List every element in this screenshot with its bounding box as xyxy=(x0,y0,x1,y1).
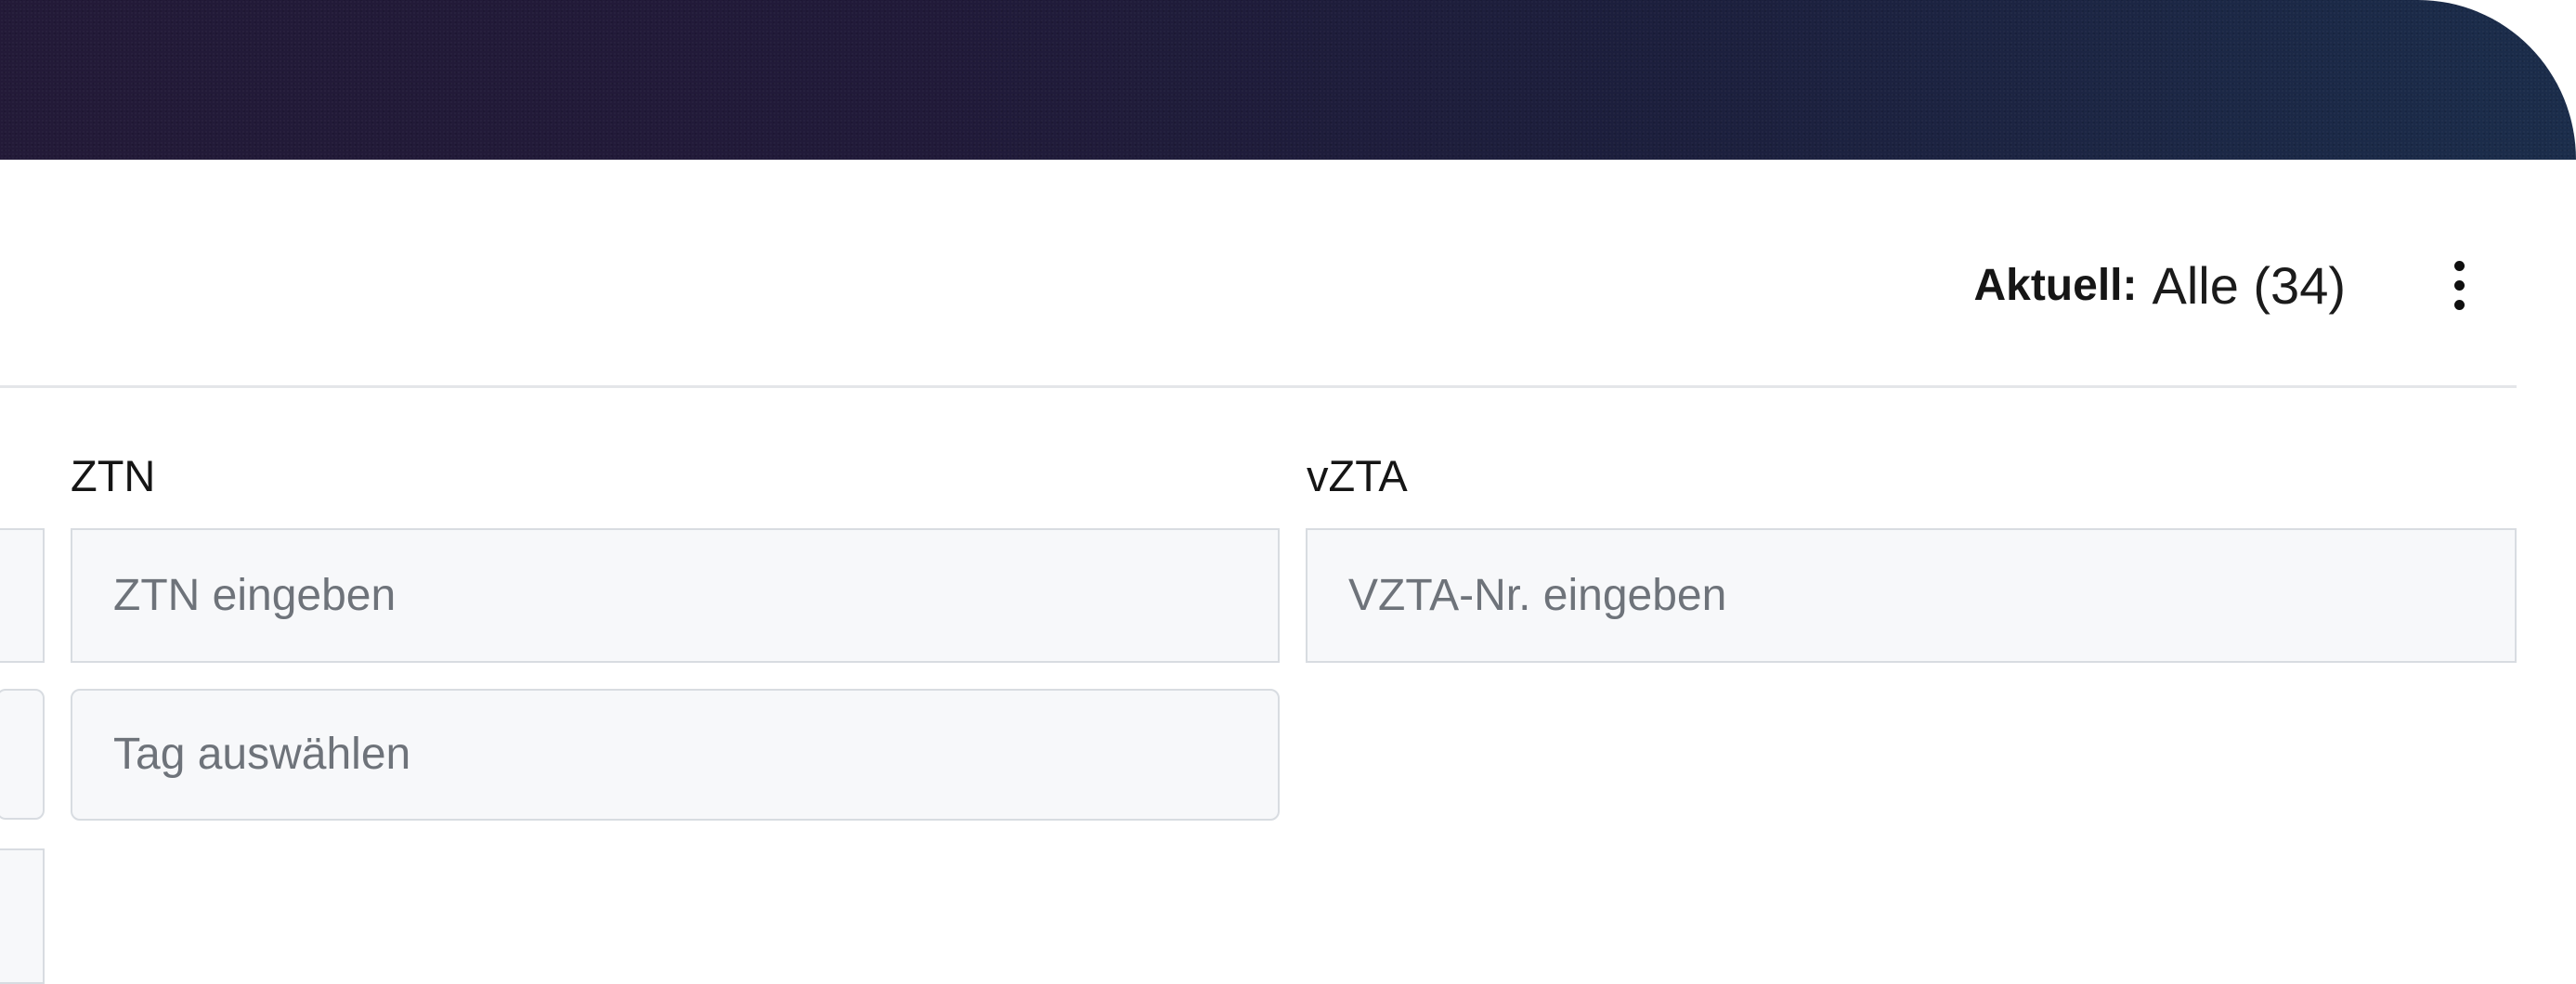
vzta-input[interactable]: VZTA-Nr. eingeben xyxy=(1306,528,2517,663)
partial-left-input-1[interactable] xyxy=(0,528,45,663)
current-filter-label: Aktuell: xyxy=(1973,260,2138,310)
current-filter-value: Alle (34) xyxy=(2152,255,2346,315)
partial-left-input-2[interactable] xyxy=(0,689,45,820)
current-filter-summary: Aktuell: Alle (34) xyxy=(1973,243,2346,327)
ztn-label: ZTN xyxy=(71,451,156,500)
tag-select[interactable]: Tag auswählen xyxy=(71,689,1280,821)
header-banner xyxy=(0,0,2576,160)
ztn-input[interactable]: ZTN eingeben xyxy=(71,528,1280,663)
partial-left-input-3[interactable] xyxy=(0,848,45,984)
more-vertical-icon xyxy=(2453,260,2465,310)
more-options-button[interactable] xyxy=(2433,243,2485,327)
section-divider xyxy=(0,385,2517,388)
vzta-label: vZTA xyxy=(1307,451,1408,500)
